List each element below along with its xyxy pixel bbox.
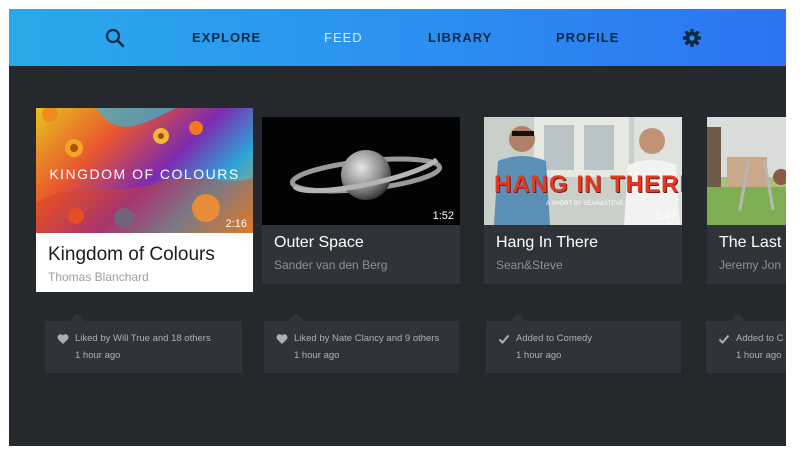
video-thumbnail bbox=[707, 117, 786, 225]
notch bbox=[288, 313, 304, 321]
video-author: Sander van den Berg bbox=[274, 258, 388, 272]
notch bbox=[510, 313, 526, 321]
check-icon bbox=[718, 334, 730, 344]
activity-item: Liked by Will True and 18 others 1 hour … bbox=[45, 313, 242, 373]
video-info: The Last Jeremy Jon bbox=[707, 225, 786, 284]
video-card-the-last[interactable]: The Last Jeremy Jon bbox=[707, 117, 786, 284]
video-info: Kingdom of Colours Thomas Blanchard bbox=[36, 233, 253, 292]
thumbnail-subcaption: A SHORT BY SEAN&STEVE bbox=[546, 201, 624, 207]
video-title: Outer Space bbox=[274, 234, 364, 251]
video-card-kingdom-of-colours[interactable]: KINGDOM OF COLOURS 2:16 Kingdom of Colou… bbox=[36, 108, 253, 292]
activity-item: Liked by Nate Clancy and 9 others 1 hour… bbox=[264, 313, 459, 373]
video-duration: 2:16 bbox=[225, 218, 247, 230]
video-title: Kingdom of Colours bbox=[48, 244, 215, 265]
nav-library[interactable]: LIBRARY bbox=[428, 30, 492, 46]
video-author: Sean&Steve bbox=[496, 258, 563, 272]
video-title: Hang In There bbox=[496, 234, 598, 251]
nav-explore[interactable]: EXPLORE bbox=[192, 30, 261, 46]
activity-text: Added to C bbox=[736, 333, 784, 344]
nav-profile[interactable]: PROFILE bbox=[556, 30, 619, 46]
nav-feed[interactable]: FEED bbox=[324, 30, 363, 46]
video-thumbnail: HANG IN THERE A SHORT BY SEAN&STEVE 3:47 bbox=[484, 117, 682, 225]
video-thumbnail: KINGDOM OF COLOURS 2:16 bbox=[36, 108, 253, 233]
activity-item: Added to C 1 hour ago bbox=[706, 313, 786, 373]
video-title: The Last bbox=[719, 234, 782, 251]
notch bbox=[730, 313, 746, 321]
heart-icon bbox=[57, 334, 69, 344]
video-author: Thomas Blanchard bbox=[48, 270, 149, 284]
thumbnail-caption: HANG IN THERE bbox=[494, 171, 682, 198]
activity-time: 1 hour ago bbox=[294, 350, 340, 361]
video-duration: 1:52 bbox=[432, 210, 454, 222]
search-icon[interactable] bbox=[105, 28, 125, 48]
top-nav-bar: EXPLORE FEED LIBRARY PROFILE bbox=[9, 9, 786, 66]
video-duration: 3:47 bbox=[654, 210, 676, 222]
video-card-hang-in-there[interactable]: HANG IN THERE A SHORT BY SEAN&STEVE 3:47… bbox=[484, 117, 682, 284]
video-info: Hang In There Sean&Steve bbox=[484, 225, 682, 284]
tv-screen: EXPLORE FEED LIBRARY PROFILE KINGDOM OF … bbox=[9, 9, 786, 446]
check-icon bbox=[498, 334, 510, 344]
activity-time: 1 hour ago bbox=[516, 350, 562, 361]
thumbnail-caption: KINGDOM OF COLOURS bbox=[49, 166, 240, 182]
activity-text: Added to Comedy bbox=[516, 333, 593, 344]
heart-icon bbox=[276, 334, 288, 344]
activity-time: 1 hour ago bbox=[736, 350, 782, 361]
video-card-outer-space[interactable]: 1:52 Outer Space Sander van den Berg bbox=[262, 117, 460, 284]
activity-item: Added to Comedy 1 hour ago bbox=[486, 313, 681, 373]
activity-time: 1 hour ago bbox=[75, 350, 121, 361]
video-thumbnail: 1:52 bbox=[262, 117, 460, 225]
activity-text: Liked by Will True and 18 others bbox=[75, 333, 211, 344]
video-author: Jeremy Jon bbox=[719, 258, 782, 272]
notch bbox=[69, 313, 85, 321]
gear-icon[interactable] bbox=[682, 28, 702, 48]
activity-text: Liked by Nate Clancy and 9 others bbox=[294, 333, 440, 344]
video-info: Outer Space Sander van den Berg bbox=[262, 225, 460, 284]
